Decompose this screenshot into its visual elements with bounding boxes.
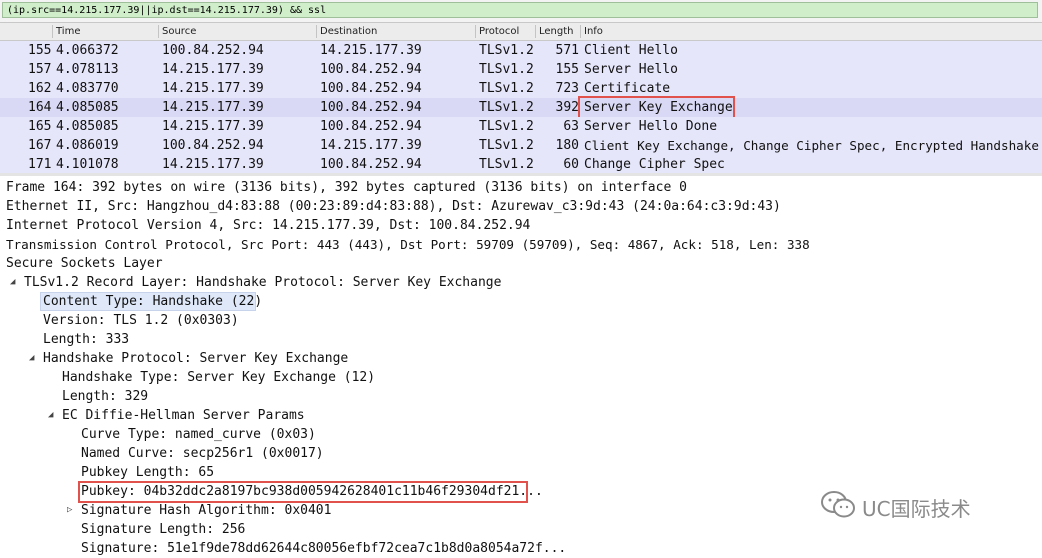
detail-version[interactable]: Version: TLS 1.2 (0x0303) bbox=[43, 311, 239, 330]
packet-length: 180 bbox=[555, 138, 579, 153]
packet-time: 4.083770 bbox=[56, 81, 119, 96]
packet-source: 14.215.177.39 bbox=[162, 119, 264, 134]
packet-protocol: TLSv1.2 bbox=[479, 43, 534, 58]
packet-source: 14.215.177.39 bbox=[162, 62, 264, 77]
column-divider[interactable] bbox=[535, 25, 536, 38]
packet-time: 4.101078 bbox=[56, 157, 119, 172]
detail-ssl[interactable]: Secure Sockets Layer bbox=[6, 254, 163, 273]
packet-source: 14.215.177.39 bbox=[162, 157, 264, 172]
packet-number: 155 bbox=[28, 43, 52, 58]
packet-destination: 100.84.252.94 bbox=[320, 157, 422, 172]
detail-ecdh-params[interactable]: EC Diffie-Hellman Server Params bbox=[62, 406, 305, 425]
packet-protocol: TLSv1.2 bbox=[479, 100, 534, 115]
column-header-source[interactable]: Source bbox=[162, 23, 196, 40]
column-divider[interactable] bbox=[316, 25, 317, 38]
column-divider[interactable] bbox=[52, 25, 53, 38]
packet-number: 157 bbox=[28, 62, 52, 77]
watermark-text: UC国际技术 bbox=[862, 496, 971, 521]
packet-destination: 100.84.252.94 bbox=[320, 119, 422, 134]
packet-info: Client Key Exchange, Change Cipher Spec,… bbox=[584, 138, 1039, 153]
packet-time: 4.085085 bbox=[56, 119, 119, 134]
packet-time: 4.066372 bbox=[56, 43, 119, 58]
expanded-triangle-icon[interactable]: ◢ bbox=[48, 406, 53, 425]
packet-row[interactable]: 171 4.101078 14.215.177.39 100.84.252.94… bbox=[0, 155, 1042, 174]
detail-curve-type[interactable]: Curve Type: named_curve (0x03) bbox=[81, 425, 316, 444]
packet-row[interactable]: 162 4.083770 14.215.177.39 100.84.252.94… bbox=[0, 79, 1042, 98]
detail-record-length[interactable]: Length: 333 bbox=[43, 330, 129, 349]
column-header-info[interactable]: Info bbox=[584, 23, 603, 40]
packet-length: 723 bbox=[555, 81, 579, 96]
detail-handshake-length[interactable]: Length: 329 bbox=[62, 387, 148, 406]
packet-list: 155 4.066372 100.84.252.94 14.215.177.39… bbox=[0, 41, 1042, 174]
pubkey-highlight-box bbox=[78, 481, 528, 503]
packet-length: 63 bbox=[563, 119, 579, 134]
packet-destination: 100.84.252.94 bbox=[320, 81, 422, 96]
column-divider[interactable] bbox=[158, 25, 159, 38]
detail-handshake-protocol[interactable]: Handshake Protocol: Server Key Exchange bbox=[43, 349, 348, 368]
detail-handshake-type[interactable]: Handshake Type: Server Key Exchange (12) bbox=[62, 368, 375, 387]
packet-number: 167 bbox=[28, 138, 52, 153]
packet-protocol: TLSv1.2 bbox=[479, 138, 534, 153]
packet-info: Server Hello Done bbox=[584, 119, 718, 134]
display-filter-input[interactable]: (ip.src==14.215.177.39||ip.dst==14.215.1… bbox=[2, 2, 1038, 18]
detail-frame[interactable]: Frame 164: 392 bytes on wire (3136 bits)… bbox=[6, 178, 687, 197]
detail-signature-hash-algorithm[interactable]: Signature Hash Algorithm: 0x0401 bbox=[81, 501, 331, 520]
packet-row-selected[interactable]: 164 4.085085 14.215.177.39 100.84.252.94… bbox=[0, 96, 1042, 119]
detail-pubkey-length[interactable]: Pubkey Length: 65 bbox=[81, 463, 214, 482]
packet-source: 100.84.252.94 bbox=[162, 138, 264, 153]
info-highlight-box bbox=[578, 96, 735, 119]
packet-destination: 14.215.177.39 bbox=[320, 43, 422, 58]
column-divider[interactable] bbox=[475, 25, 476, 38]
watermark: UC国际技术 bbox=[820, 491, 971, 523]
packet-length: 392 bbox=[555, 100, 579, 115]
packet-length: 571 bbox=[555, 43, 579, 58]
packet-info: Client Hello bbox=[584, 43, 678, 58]
packet-time: 4.086019 bbox=[56, 138, 119, 153]
column-header-length[interactable]: Length bbox=[539, 23, 574, 40]
packet-destination: 100.84.252.94 bbox=[320, 62, 422, 77]
packet-protocol: TLSv1.2 bbox=[479, 62, 534, 77]
packet-info: Server Hello bbox=[584, 62, 678, 77]
display-filter-bar: (ip.src==14.215.177.39||ip.dst==14.215.1… bbox=[0, 0, 1042, 23]
detail-ethernet[interactable]: Ethernet II, Src: Hangzhou_d4:83:88 (00:… bbox=[6, 197, 781, 216]
detail-content-type[interactable]: Content Type: Handshake (22) bbox=[43, 292, 262, 311]
detail-signature[interactable]: Signature: 51e1f9de78dd62644c80056efbf72… bbox=[81, 539, 566, 558]
column-header-protocol[interactable]: Protocol bbox=[479, 23, 519, 40]
detail-signature-length[interactable]: Signature Length: 256 bbox=[81, 520, 245, 539]
detail-tls-record-layer[interactable]: TLSv1.2 Record Layer: Handshake Protocol… bbox=[24, 273, 501, 292]
packet-time: 4.078113 bbox=[56, 62, 119, 77]
detail-ip[interactable]: Internet Protocol Version 4, Src: 14.215… bbox=[6, 216, 530, 235]
packet-number: 164 bbox=[28, 100, 52, 115]
packet-number: 171 bbox=[28, 157, 52, 172]
packet-protocol: TLSv1.2 bbox=[479, 119, 534, 134]
packet-row[interactable]: 167 4.086019 100.84.252.94 14.215.177.39… bbox=[0, 136, 1042, 155]
packet-number: 162 bbox=[28, 81, 52, 96]
detail-tcp[interactable]: Transmission Control Protocol, Src Port:… bbox=[6, 235, 810, 254]
packet-source: 14.215.177.39 bbox=[162, 81, 264, 96]
column-divider[interactable] bbox=[580, 25, 581, 38]
collapsed-triangle-icon[interactable]: ▷ bbox=[67, 501, 72, 520]
packet-row[interactable]: 157 4.078113 14.215.177.39 100.84.252.94… bbox=[0, 60, 1042, 79]
packet-time: 4.085085 bbox=[56, 100, 119, 115]
packet-info: Change Cipher Spec bbox=[584, 157, 725, 172]
packet-protocol: TLSv1.2 bbox=[479, 81, 534, 96]
packet-number: 165 bbox=[28, 119, 52, 134]
packet-row[interactable]: 165 4.085085 14.215.177.39 100.84.252.94… bbox=[0, 117, 1042, 136]
detail-named-curve[interactable]: Named Curve: secp256r1 (0x0017) bbox=[81, 444, 324, 463]
packet-protocol: TLSv1.2 bbox=[479, 157, 534, 172]
packet-destination: 100.84.252.94 bbox=[320, 100, 422, 115]
expanded-triangle-icon[interactable]: ◢ bbox=[10, 273, 15, 292]
packet-length: 60 bbox=[563, 157, 579, 172]
wechat-icon bbox=[820, 490, 856, 524]
packet-source: 14.215.177.39 bbox=[162, 100, 264, 115]
expanded-triangle-icon[interactable]: ◢ bbox=[29, 349, 34, 368]
packet-length: 155 bbox=[555, 62, 579, 77]
packet-source: 100.84.252.94 bbox=[162, 43, 264, 58]
column-header-destination[interactable]: Destination bbox=[320, 23, 377, 40]
packet-destination: 14.215.177.39 bbox=[320, 138, 422, 153]
packet-list-header: Time Source Destination Protocol Length … bbox=[0, 23, 1042, 41]
packet-row[interactable]: 155 4.066372 100.84.252.94 14.215.177.39… bbox=[0, 41, 1042, 60]
column-header-time[interactable]: Time bbox=[56, 23, 80, 40]
